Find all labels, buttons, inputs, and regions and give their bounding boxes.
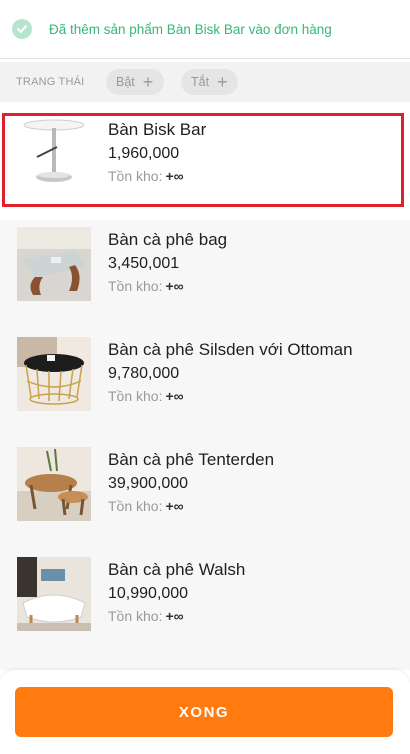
product-name: Bàn cà phê Silsden với Ottoman [108, 340, 353, 359]
plus-icon: + [217, 72, 228, 92]
status-chip-on[interactable]: Bật + [106, 69, 164, 95]
product-item[interactable]: Bàn cà phê Silsden với Ottoman 9,780,000… [0, 330, 410, 440]
bottom-action-bar: XONG [0, 670, 410, 754]
product-name: Bàn cà phê Tenterden [108, 450, 275, 469]
done-button[interactable]: XONG [15, 687, 393, 737]
product-price: 1,960,000 [108, 145, 180, 162]
status-filter-bar: TRẠNG THÁI Bật + Tắt + [0, 62, 410, 102]
toast-notification: Đã thêm sản phẩm Bàn Bisk Bar vào đơn hà… [0, 0, 410, 59]
product-stock: Tồn kho: +∞ [108, 608, 184, 624]
product-list[interactable]: Bàn Bisk Bar 1,960,000 Tồn kho: +∞ Bàn cà… [0, 110, 410, 670]
product-price: 10,990,000 [108, 585, 189, 602]
product-stock: Tồn kho: +∞ [108, 278, 184, 294]
chip-label: Tắt [191, 75, 210, 89]
status-chip-off[interactable]: Tắt + [181, 69, 238, 95]
product-image-coffee-table-walsh [17, 557, 91, 631]
product-item[interactable]: Bàn cà phê bag 3,450,001 Tồn kho: +∞ [0, 220, 410, 330]
plus-icon: + [142, 72, 154, 92]
product-price: 3,450,001 [108, 255, 180, 272]
product-image-coffee-table-bag [17, 227, 91, 301]
product-stock: Tồn kho: +∞ [108, 498, 184, 514]
product-image-coffee-table-tenterden [17, 447, 91, 521]
product-price: 39,900,000 [108, 475, 189, 492]
product-price: 9,780,000 [108, 365, 180, 382]
product-name: Bàn Bisk Bar [108, 120, 207, 139]
toast-message: Đã thêm sản phẩm Bàn Bisk Bar vào đơn hà… [49, 21, 332, 37]
product-item[interactable]: Bàn cà phê Tenterden 39,900,000 Tồn kho:… [0, 440, 410, 550]
product-image-bar-stool [17, 117, 91, 191]
check-circle-icon [12, 19, 32, 39]
product-name: Bàn cà phê bag [108, 230, 228, 249]
product-stock: Tồn kho: +∞ [108, 388, 184, 404]
chip-label: Bật [116, 75, 135, 89]
product-item[interactable]: Bàn Bisk Bar 1,960,000 Tồn kho: +∞ [0, 110, 410, 220]
product-item[interactable]: Bàn cà phê Walsh 10,990,000 Tồn kho: +∞ [0, 550, 410, 660]
product-image-coffee-table-silsden [17, 337, 91, 411]
status-filter-label: TRẠNG THÁI [16, 76, 85, 88]
product-stock: Tồn kho: +∞ [108, 168, 184, 184]
product-name: Bàn cà phê Walsh [108, 560, 246, 579]
